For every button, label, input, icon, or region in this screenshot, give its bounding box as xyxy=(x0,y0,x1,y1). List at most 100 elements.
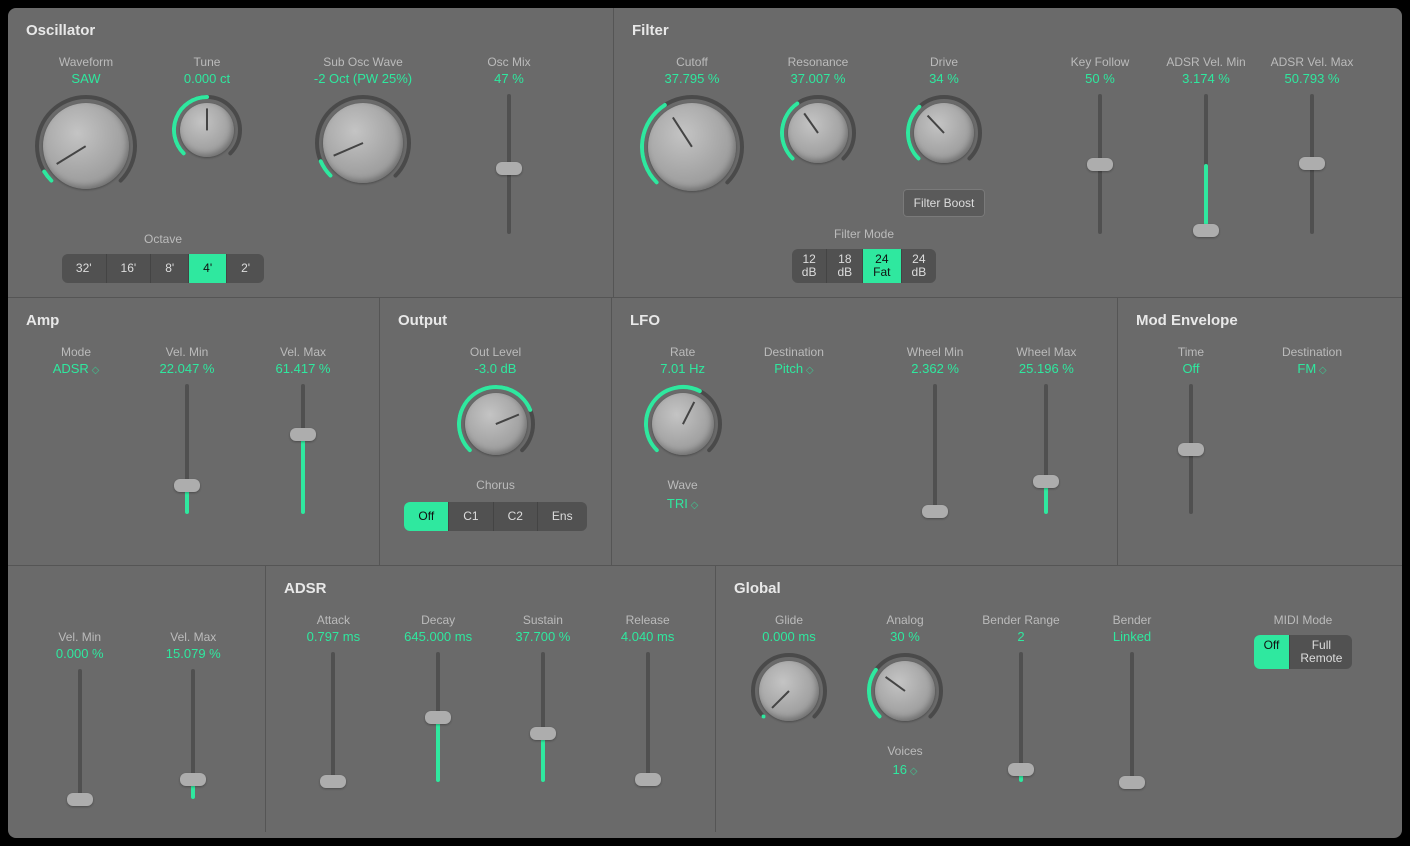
r3-velmin-label: Vel. Min xyxy=(58,630,101,644)
seg-opt-18-db[interactable]: 18dB xyxy=(827,249,863,283)
glide-knob[interactable] xyxy=(750,652,828,730)
amp-velmin-slider[interactable] xyxy=(177,384,197,514)
r3-velmin-slider[interactable] xyxy=(70,669,90,799)
oscmix-label: Osc Mix xyxy=(487,55,530,69)
wheelmin-slider[interactable] xyxy=(925,384,945,514)
keyfollow-slider[interactable] xyxy=(1090,94,1110,234)
seg-opt-c2[interactable]: C2 xyxy=(494,502,538,531)
benderrange-slider[interactable] xyxy=(1011,652,1031,782)
chorus-segment: OffC1C2Ens xyxy=(404,502,586,531)
seg-opt-ens[interactable]: Ens xyxy=(538,502,587,531)
cutoff-knob[interactable] xyxy=(639,94,745,200)
modenv-time-slider[interactable] xyxy=(1181,384,1201,514)
tune-knob[interactable] xyxy=(171,94,243,166)
adsrvelmax-value[interactable]: 50.793 % xyxy=(1285,71,1340,86)
lfo-wave-label: Wave xyxy=(668,478,698,492)
subosc-knob[interactable] xyxy=(314,94,412,192)
oscmix-value[interactable]: 47 % xyxy=(494,71,524,86)
sustain-slider[interactable] xyxy=(533,652,553,782)
drive-knob[interactable] xyxy=(905,94,983,172)
lfo-rate-value[interactable]: 7.01 Hz xyxy=(660,361,705,376)
seg-opt-16-[interactable]: 16' xyxy=(107,254,152,283)
seg-opt-32-[interactable]: 32' xyxy=(62,254,107,283)
lfo-rate-label: Rate xyxy=(670,345,695,359)
outlevel-value[interactable]: -3.0 dB xyxy=(475,361,517,376)
release-label: Release xyxy=(626,613,670,627)
modenv-dest-value[interactable]: FM xyxy=(1297,361,1326,376)
decay-label: Decay xyxy=(421,613,455,627)
keyfollow-value[interactable]: 50 % xyxy=(1085,71,1115,86)
attack-value[interactable]: 0.797 ms xyxy=(307,629,360,644)
resonance-knob[interactable] xyxy=(779,94,857,172)
modenv-time-value[interactable]: Off xyxy=(1182,361,1199,376)
seg-opt-2-[interactable]: 2' xyxy=(227,254,264,283)
tune-value[interactable]: 0.000 ct xyxy=(184,71,230,86)
outlevel-knob[interactable] xyxy=(456,384,536,464)
lfo-dest-value[interactable]: Pitch xyxy=(774,361,813,376)
wheelmin-label: Wheel Min xyxy=(907,345,964,359)
attack-label: Attack xyxy=(317,613,350,627)
r3-velmin-value[interactable]: 0.000 % xyxy=(56,646,104,661)
wheelmin-value[interactable]: 2.362 % xyxy=(911,361,959,376)
glide-label: Glide xyxy=(775,613,803,627)
amp-velmax-value[interactable]: 61.417 % xyxy=(276,361,331,376)
cutoff-value[interactable]: 37.795 % xyxy=(665,71,720,86)
section-title-global: Global xyxy=(734,580,1398,597)
oscmix-slider[interactable] xyxy=(499,94,519,234)
release-value[interactable]: 4.040 ms xyxy=(621,629,674,644)
wheelmax-value[interactable]: 25.196 % xyxy=(1019,361,1074,376)
seg-opt-c1[interactable]: C1 xyxy=(449,502,493,531)
section-title-output: Output xyxy=(398,312,593,329)
bender-label: Bender xyxy=(1113,613,1152,627)
octave-segment: 32'16'8'4'2' xyxy=(62,254,264,283)
subosc-value[interactable]: -2 Oct (PW 25%) xyxy=(314,71,412,86)
section-title-filter: Filter xyxy=(632,22,1384,39)
seg-opt-full-remote[interactable]: FullRemote xyxy=(1290,635,1352,669)
wheelmax-label: Wheel Max xyxy=(1016,345,1076,359)
decay-slider[interactable] xyxy=(428,652,448,782)
lfo-wave-value[interactable]: TRI xyxy=(667,496,698,511)
release-slider[interactable] xyxy=(638,652,658,782)
seg-opt-4-[interactable]: 4' xyxy=(189,254,227,283)
adsrvelmax-slider[interactable] xyxy=(1302,94,1322,234)
sustain-value[interactable]: 37.700 % xyxy=(515,629,570,644)
analog-label: Analog xyxy=(886,613,923,627)
midimode-segment: OffFullRemote xyxy=(1254,635,1353,669)
filter-boost-button[interactable]: Filter Boost xyxy=(903,189,986,217)
benderrange-label: Bender Range xyxy=(982,613,1059,627)
waveform-label: Waveform xyxy=(59,55,113,69)
drive-label: Drive xyxy=(930,55,958,69)
r3-velmax-value[interactable]: 15.079 % xyxy=(166,646,221,661)
midimode-label: MIDI Mode xyxy=(1274,613,1333,627)
amp-mode-value[interactable]: ADSR xyxy=(53,361,100,376)
voices-value[interactable]: 16 xyxy=(893,762,918,777)
outlevel-label: Out Level xyxy=(470,345,521,359)
seg-opt-off[interactable]: Off xyxy=(404,502,449,531)
r3-velmax-slider[interactable] xyxy=(183,669,203,799)
adsrvelmin-slider[interactable] xyxy=(1196,94,1216,234)
wheelmax-slider[interactable] xyxy=(1036,384,1056,514)
modenv-dest-label: Destination xyxy=(1282,345,1342,359)
waveform-value[interactable]: SAW xyxy=(71,71,100,86)
seg-opt-off[interactable]: Off xyxy=(1254,635,1291,669)
benderrange-value[interactable]: 2 xyxy=(1017,629,1024,644)
seg-opt-24-db[interactable]: 24dB xyxy=(902,249,937,283)
seg-opt-24-fat[interactable]: 24Fat xyxy=(863,249,901,283)
adsrvelmin-label: ADSR Vel. Min xyxy=(1166,55,1245,69)
decay-value[interactable]: 645.000 ms xyxy=(404,629,472,644)
amp-velmin-value[interactable]: 22.047 % xyxy=(160,361,215,376)
bender-value[interactable]: Linked xyxy=(1113,629,1151,644)
amp-velmax-slider[interactable] xyxy=(293,384,313,514)
glide-value[interactable]: 0.000 ms xyxy=(762,629,815,644)
analog-knob[interactable] xyxy=(866,652,944,730)
seg-opt-8-[interactable]: 8' xyxy=(151,254,189,283)
lfo-rate-knob[interactable] xyxy=(643,384,723,464)
bender-slider[interactable] xyxy=(1122,652,1142,782)
resonance-value[interactable]: 37.007 % xyxy=(791,71,846,86)
drive-value[interactable]: 34 % xyxy=(929,71,959,86)
attack-slider[interactable] xyxy=(323,652,343,782)
waveform-knob[interactable] xyxy=(34,94,138,198)
analog-value[interactable]: 30 % xyxy=(890,629,920,644)
adsrvelmin-value[interactable]: 3.174 % xyxy=(1182,71,1230,86)
seg-opt-12-db[interactable]: 12dB xyxy=(792,249,828,283)
